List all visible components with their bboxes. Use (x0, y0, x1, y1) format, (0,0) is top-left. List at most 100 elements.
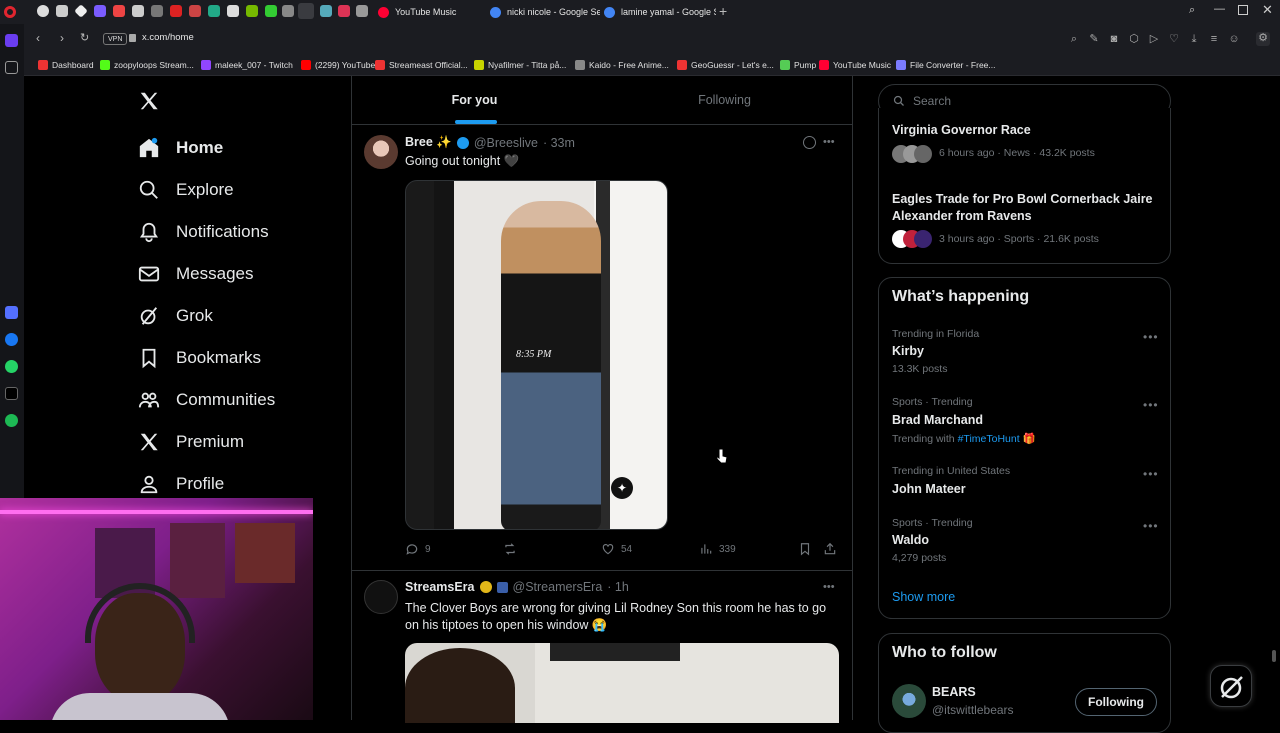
reply-button[interactable]: 9 (405, 542, 431, 556)
minimize-button[interactable]: — (1214, 3, 1225, 15)
author-name[interactable]: StreamsEra (405, 580, 475, 594)
sidebar-x-icon[interactable] (5, 387, 18, 400)
sidebar-whatsapp-icon[interactable] (5, 360, 18, 373)
shield-icon[interactable]: ⬡ (1128, 33, 1140, 45)
page-scrollbar[interactable] (1272, 650, 1276, 662)
pinned-tab-bird-icon[interactable] (132, 5, 144, 17)
nav-grok[interactable]: Grok (138, 301, 213, 331)
trend-more-icon[interactable]: ••• (1143, 398, 1159, 412)
grok-image-icon[interactable]: ✦ (611, 477, 633, 499)
bookmark-item[interactable]: Pump (780, 58, 816, 72)
bookmark-button[interactable] (798, 542, 812, 556)
pinned-tab-bars-icon[interactable] (282, 5, 294, 17)
tab-youtube-music[interactable]: YouTube Music (378, 0, 486, 24)
post-time[interactable]: · 1h (607, 580, 629, 594)
pinned-tab-nvidia-icon[interactable] (246, 5, 258, 17)
pinned-tab-x-icon[interactable] (298, 3, 314, 19)
repost-button[interactable] (503, 542, 523, 556)
follow-name[interactable]: BEARS (932, 685, 976, 699)
heart-icon[interactable]: ♡ (1168, 33, 1180, 45)
nav-communities[interactable]: Communities (138, 385, 275, 415)
camera-icon[interactable]: ◙ (1108, 33, 1120, 45)
pinned-tab-green-icon[interactable] (265, 5, 277, 17)
download-icon[interactable]: ⤓ (1188, 33, 1200, 45)
back-icon[interactable]: ‹ (36, 31, 40, 45)
bookmark-item[interactable]: GeoGuessr - Let's e... (677, 58, 774, 72)
pinned-tab-google-icon[interactable] (37, 5, 49, 17)
trend-more-icon[interactable]: ••• (1143, 519, 1159, 533)
pinned-tab-diamond-icon[interactable] (74, 4, 88, 18)
tab-following[interactable]: Following (602, 76, 847, 124)
pinned-tab-arrows-icon[interactable] (356, 5, 368, 17)
nav-messages[interactable]: Messages (138, 259, 253, 289)
news-item[interactable]: Eagles Trade for Pro Bowl Cornerback Jai… (892, 191, 1162, 225)
avatar[interactable] (364, 580, 398, 614)
settings-icon[interactable]: ⚙ (1256, 32, 1270, 46)
search-tabs-icon[interactable]: ⌕ (1189, 4, 1195, 17)
bookmark-item[interactable]: maleek_007 - Twitch (201, 58, 293, 72)
forward-icon[interactable]: › (60, 31, 64, 45)
pinned-tab-gmail-icon[interactable] (113, 5, 125, 17)
vpn-badge[interactable]: VPN (103, 33, 128, 45)
pinned-tab-shield-icon[interactable] (94, 5, 106, 17)
menu-icon[interactable]: ≡ (1208, 33, 1220, 45)
share-button[interactable] (823, 542, 837, 556)
x-logo-icon[interactable] (138, 90, 160, 117)
author-handle[interactable]: @Breeslive (474, 136, 538, 150)
nav-explore[interactable]: Explore (138, 175, 234, 205)
search-input[interactable]: Search (913, 94, 951, 108)
reload-icon[interactable]: ↻ (80, 31, 89, 44)
pinned-tab-edge-icon[interactable] (208, 5, 220, 17)
bookmark-item[interactable]: Kaido - Free Anime... (575, 58, 669, 72)
pinned-tab-ts-icon[interactable] (170, 5, 182, 17)
nav-premium[interactable]: Premium (138, 427, 244, 457)
follow-handle[interactable]: @itswittlebears (932, 703, 1014, 717)
bookmark-item[interactable]: zoopyloops Stream... (100, 58, 194, 72)
post-more-icon[interactable]: ••• (823, 581, 835, 593)
sidebar-spotify-icon[interactable] (5, 414, 18, 427)
nav-home[interactable]: Home (138, 133, 223, 163)
tab-lamine-yamal[interactable]: lamine yamal - Google Sea (604, 0, 716, 24)
avatar[interactable] (892, 684, 926, 718)
lock-icon[interactable] (129, 34, 136, 42)
bookmark-item[interactable]: (2299) YouTube (301, 58, 375, 72)
grok-explain-icon[interactable] (803, 136, 816, 149)
pinned-tab-pink-icon[interactable] (338, 5, 350, 17)
pinned-tab-bookmark-icon[interactable] (227, 5, 239, 17)
pinned-tab-link-icon[interactable] (151, 5, 163, 17)
trend-hashtag[interactable]: #TimeToHunt (958, 433, 1020, 445)
close-window-button[interactable]: ✕ (1262, 2, 1273, 18)
opera-icon[interactable] (4, 6, 16, 18)
nav-profile[interactable]: Profile (138, 469, 224, 499)
show-more-link[interactable]: Show more (892, 590, 955, 604)
avatar[interactable] (364, 135, 398, 169)
address-input[interactable]: x.com/home (142, 32, 194, 43)
pinned-tab-doc-icon[interactable] (56, 5, 68, 17)
trend-more-icon[interactable]: ••• (1143, 330, 1159, 344)
nav-notifications[interactable]: Notifications (138, 217, 269, 247)
like-button[interactable]: 54 (601, 542, 632, 556)
sidebar-home-icon[interactable] (5, 34, 18, 47)
bookmark-item[interactable]: Nyafilmer - Titta på... (474, 58, 566, 72)
sidebar-aria-icon[interactable] (5, 306, 18, 319)
news-item[interactable]: Virginia Governor Race (892, 123, 1162, 137)
player-icon[interactable]: ▷ (1148, 33, 1160, 45)
pinned-tab-phone-icon[interactable] (320, 5, 332, 17)
tab-nicki-nicole[interactable]: nicki nicole - Google Sear (490, 0, 600, 24)
tab-for-you[interactable]: For you (352, 76, 597, 124)
author-name[interactable]: Bree ✨ (405, 135, 452, 150)
edit-icon[interactable]: ✎ (1088, 33, 1100, 45)
post-media[interactable]: 8:35 PM ✦ (405, 180, 668, 530)
profile-icon[interactable]: ☺ (1228, 33, 1240, 45)
zoom-icon[interactable]: ⌕ (1068, 33, 1080, 45)
grok-button[interactable] (1210, 665, 1252, 707)
following-button[interactable]: Following (1075, 688, 1157, 716)
pinned-tab-m-icon[interactable] (189, 5, 201, 17)
post-time[interactable]: · 33m (543, 136, 575, 150)
bookmark-item[interactable]: Streameast Official... (375, 58, 468, 72)
sidebar-star-icon[interactable] (5, 61, 18, 74)
author-handle[interactable]: @StreamersEra (513, 580, 603, 594)
bookmark-item[interactable]: File Converter - Free... (896, 58, 996, 72)
new-tab-button[interactable]: + (719, 3, 727, 19)
views-button[interactable]: 339 (699, 542, 736, 556)
